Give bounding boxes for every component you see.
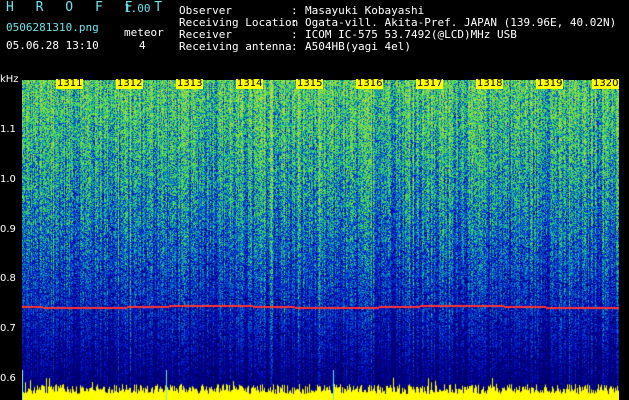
- info-colon: :: [291, 40, 298, 53]
- y-tick-label: 0.7: [0, 323, 16, 334]
- date-time: 05.06.28 13:10: [6, 39, 99, 52]
- time-tick-label: 1315: [296, 78, 324, 89]
- file-name: 0506281310.png: [6, 21, 99, 34]
- time-tick-label: 1318: [476, 78, 504, 89]
- y-tick-label: 0.9: [0, 224, 16, 235]
- time-tick-label: 1311: [56, 78, 84, 89]
- time-tick-label: 1313: [176, 78, 204, 89]
- time-tick-label: 1314: [236, 78, 264, 89]
- time-tick-label: 1316: [356, 78, 384, 89]
- y-tick-label: 0.6: [0, 373, 16, 384]
- meteor-label: meteor: [124, 26, 164, 39]
- header-panel: H R O F F T 1.00 0506281310.png meteor 0…: [0, 0, 629, 72]
- y-tick-label: 0.8: [0, 273, 16, 284]
- info-value-antenna: A504HB(yagi 4el): [305, 40, 411, 53]
- spectrogram: [22, 80, 619, 400]
- time-tick-label: 1319: [536, 78, 564, 89]
- time-tick-label: 1320: [592, 78, 620, 89]
- time-tick-label: 1312: [116, 78, 144, 89]
- y-tick-label: 1.0: [0, 174, 16, 185]
- frequency-axis: kHz 1.1 1.0 0.9 0.8 0.7 0.6: [0, 72, 22, 400]
- app-version: 1.00: [124, 2, 151, 15]
- y-tick-label: 1.1: [0, 124, 16, 135]
- meteor-count: 4: [139, 39, 146, 52]
- info-key-antenna: Receiving antenna: [179, 40, 292, 53]
- y-unit-label: kHz: [0, 74, 19, 85]
- time-tick-label: 1317: [416, 78, 444, 89]
